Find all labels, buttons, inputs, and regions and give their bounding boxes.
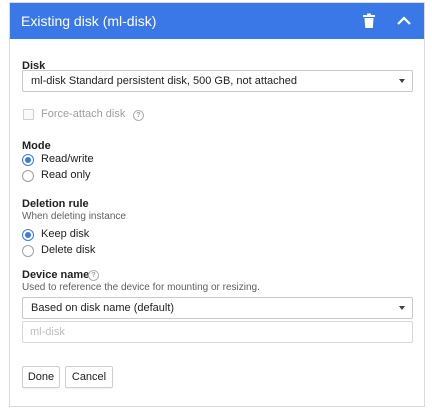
- disk-select-value: ml-disk Standard persistent disk, 500 GB…: [31, 75, 297, 87]
- device-name-hint: Used to reference the device for mountin…: [22, 282, 260, 293]
- device-name-input[interactable]: ml-disk: [22, 321, 413, 343]
- trash-icon[interactable]: [362, 13, 376, 29]
- device-name-input-value: ml-disk: [30, 326, 65, 338]
- keep-disk-label: Keep disk: [41, 228, 90, 240]
- done-button[interactable]: Done: [22, 366, 60, 388]
- device-name-select[interactable]: Based on disk name (default): [22, 297, 413, 319]
- delete-disk-label: Delete disk: [41, 244, 96, 256]
- chevron-up-icon[interactable]: [394, 12, 414, 30]
- mode-read-write-label: Read/write: [41, 153, 94, 165]
- radio-unchecked-icon: [22, 170, 34, 182]
- radio-checked-icon: [22, 229, 34, 241]
- dropdown-caret-icon: [399, 79, 405, 83]
- device-name-label: Device name: [22, 269, 90, 281]
- force-attach-label: Force-attach disk: [41, 108, 126, 120]
- mode-read-only-label: Read only: [41, 169, 91, 181]
- force-attach-checkbox[interactable]: [23, 109, 34, 120]
- panel-header: Existing disk (ml-disk): [10, 3, 424, 39]
- radio-unchecked-icon: [22, 245, 34, 257]
- cancel-button[interactable]: Cancel: [65, 366, 113, 388]
- radio-checked-icon: [22, 154, 34, 166]
- disk-select[interactable]: ml-disk Standard persistent disk, 500 GB…: [22, 70, 413, 92]
- help-icon[interactable]: ?: [133, 110, 144, 121]
- help-icon[interactable]: ?: [88, 270, 99, 281]
- dropdown-caret-icon: [399, 306, 405, 310]
- deletion-rule-hint: When deleting instance: [22, 211, 126, 222]
- mode-label: Mode: [22, 140, 51, 152]
- panel-title: Existing disk (ml-disk): [21, 13, 157, 29]
- device-name-select-value: Based on disk name (default): [31, 302, 175, 314]
- disk-panel: Existing disk (ml-disk) Disk ml-disk Sta…: [9, 2, 425, 407]
- deletion-rule-label: Deletion rule: [22, 198, 89, 210]
